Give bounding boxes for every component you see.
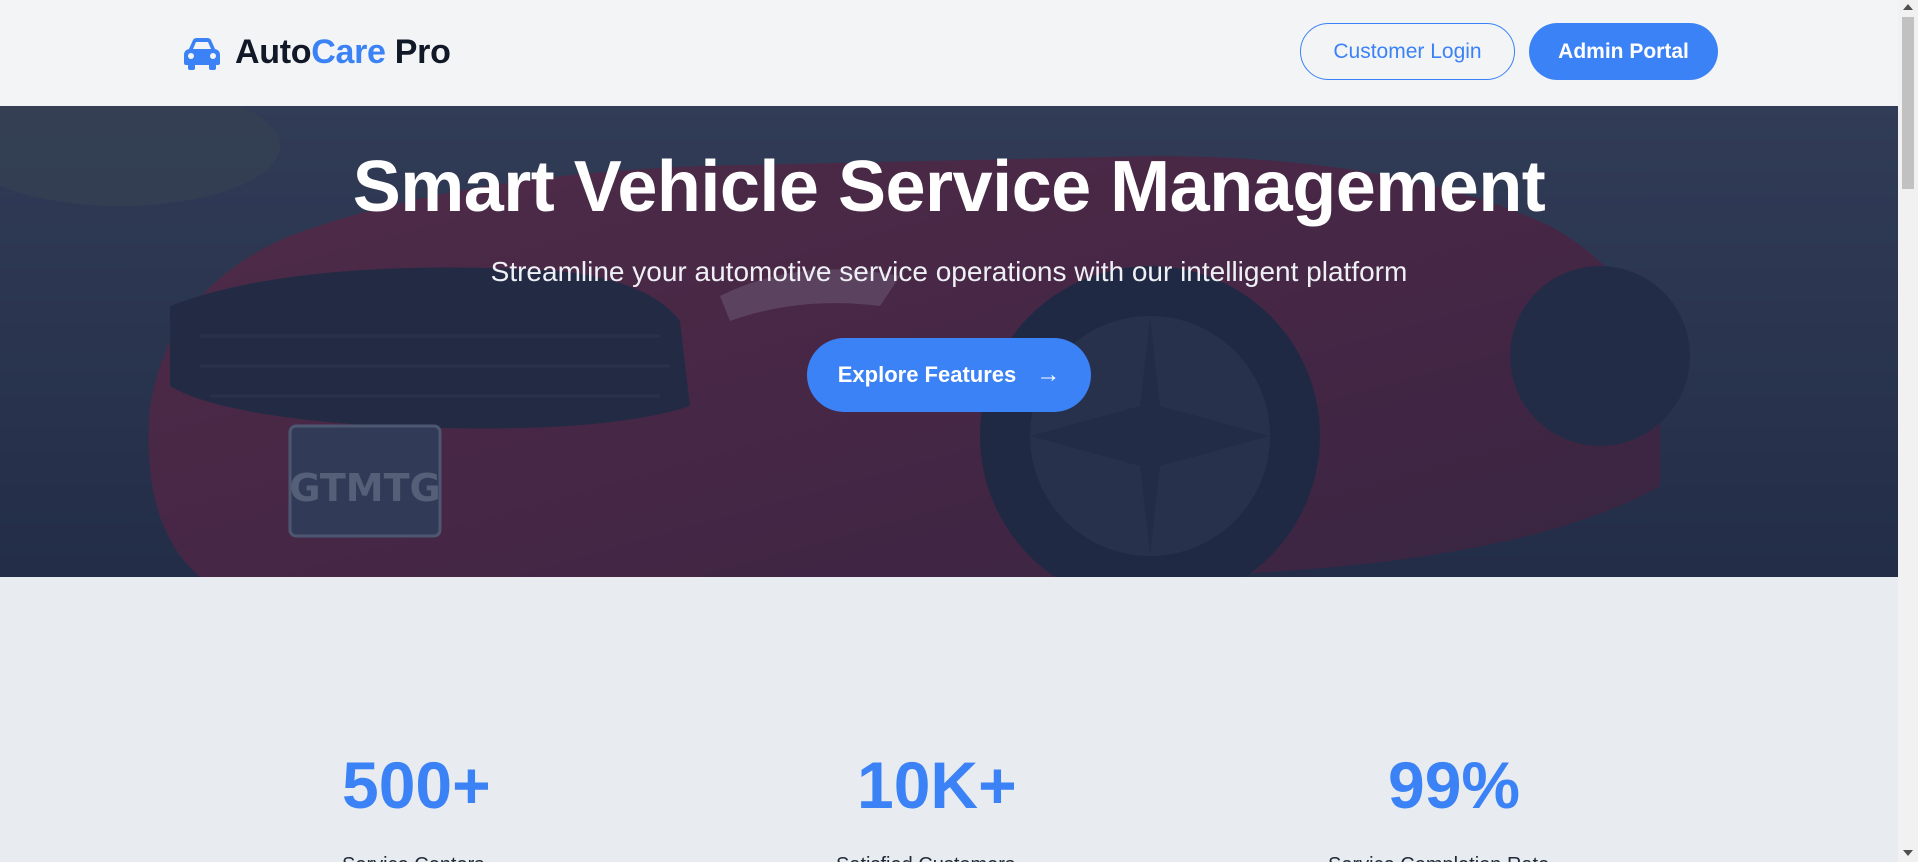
stat-value: 500+: [342, 748, 491, 822]
stat-value: 99%: [1388, 748, 1521, 822]
scroll-down-icon[interactable]: [1903, 850, 1913, 856]
stat-label: Service Completion Rate: [1328, 854, 1549, 862]
arrow-right-icon: →: [1036, 361, 1061, 388]
brand-logo[interactable]: AutoCare Pro: [181, 30, 451, 75]
hero-title: Smart Vehicle Service Management: [352, 147, 1546, 227]
hero-subtitle: Streamline your automotive service opera…: [490, 256, 1408, 287]
car-icon: [184, 37, 220, 70]
scrollbar-thumb[interactable]: [1902, 17, 1914, 189]
navbar: AutoCare Pro Customer Login Admin Portal: [0, 0, 1898, 106]
page-scrollbar[interactable]: [1898, 0, 1918, 862]
explore-features-label: Explore Features: [837, 362, 1017, 387]
stat-value: 10K+: [857, 748, 1017, 822]
scroll-up-icon[interactable]: [1903, 4, 1913, 10]
stats-section: 500+ Service Centers 10K+ Satisfied Cust…: [0, 577, 1898, 862]
admin-portal-button[interactable]: Admin Portal: [1529, 23, 1718, 80]
customer-login-button[interactable]: Customer Login: [1300, 23, 1515, 80]
stat-label: Satisfied Customers: [836, 854, 1015, 862]
stat-label: Service Centers: [342, 854, 484, 862]
hero-section: GTMTG Smart Vehicle Service Management S…: [0, 106, 1898, 577]
explore-features-button[interactable]: Explore Features →: [807, 338, 1091, 412]
brand-name: AutoCare Pro: [235, 33, 451, 71]
